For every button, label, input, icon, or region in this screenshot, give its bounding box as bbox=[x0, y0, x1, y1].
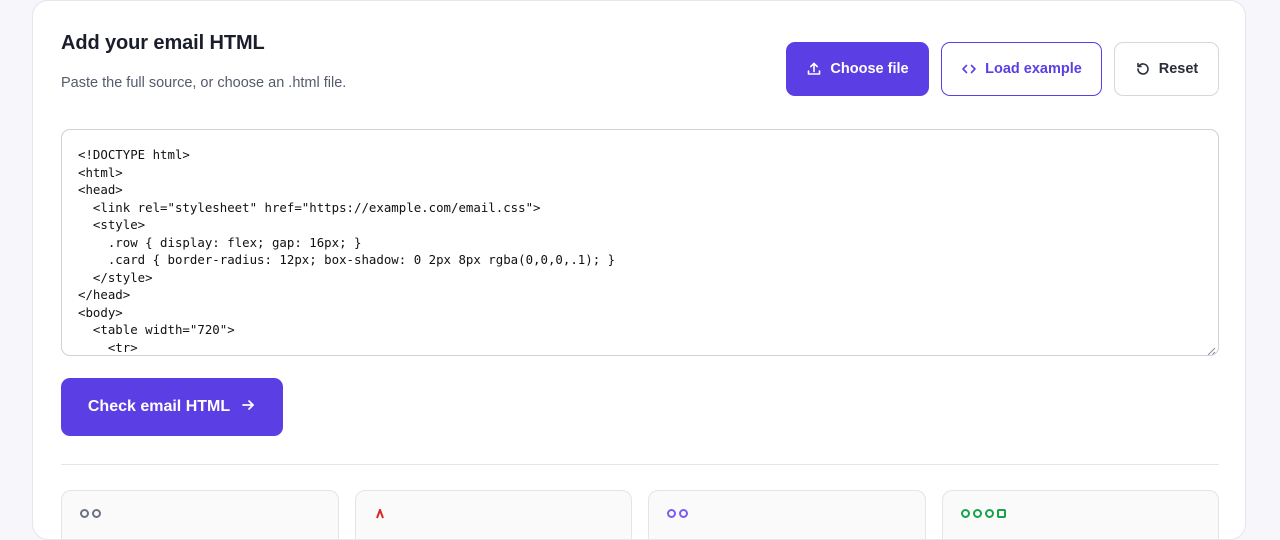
load-example-button[interactable]: Load example bbox=[941, 42, 1102, 96]
html-source-textarea[interactable]: <!DOCTYPE html> <html> <head> <link rel=… bbox=[61, 129, 1219, 356]
check-email-html-button[interactable]: Check email HTML bbox=[61, 378, 283, 436]
html-source-content: <!DOCTYPE html> <html> <head> <link rel=… bbox=[78, 147, 616, 355]
email-input-card: Add your email HTML Paste the full sourc… bbox=[32, 0, 1246, 540]
page-title: Add your email HTML bbox=[61, 32, 265, 54]
resize-handle-icon[interactable] bbox=[1206, 343, 1216, 355]
stat-card-2 bbox=[355, 490, 632, 539]
stat-green-icon bbox=[961, 509, 1006, 518]
code-icon bbox=[961, 61, 977, 77]
stat-gray-icon bbox=[80, 509, 101, 518]
refresh-icon bbox=[1135, 61, 1151, 77]
upload-icon bbox=[806, 61, 822, 77]
reset-button[interactable]: Reset bbox=[1114, 42, 1219, 96]
stat-purple-icon bbox=[667, 509, 688, 518]
load-example-label: Load example bbox=[985, 61, 1082, 77]
section-divider bbox=[61, 464, 1219, 465]
stat-red-icon bbox=[376, 509, 384, 519]
stat-card-3 bbox=[648, 490, 926, 539]
choose-file-label: Choose file bbox=[830, 61, 909, 77]
page-subtitle: Paste the full source, or choose an .htm… bbox=[61, 75, 347, 91]
reset-label: Reset bbox=[1158, 61, 1199, 77]
check-email-html-label: Check email HTML bbox=[87, 398, 231, 415]
choose-file-button[interactable]: Choose file bbox=[786, 42, 929, 96]
stat-card-4 bbox=[942, 490, 1219, 539]
stat-card-1 bbox=[61, 490, 339, 539]
arrow-right-icon bbox=[240, 397, 256, 418]
